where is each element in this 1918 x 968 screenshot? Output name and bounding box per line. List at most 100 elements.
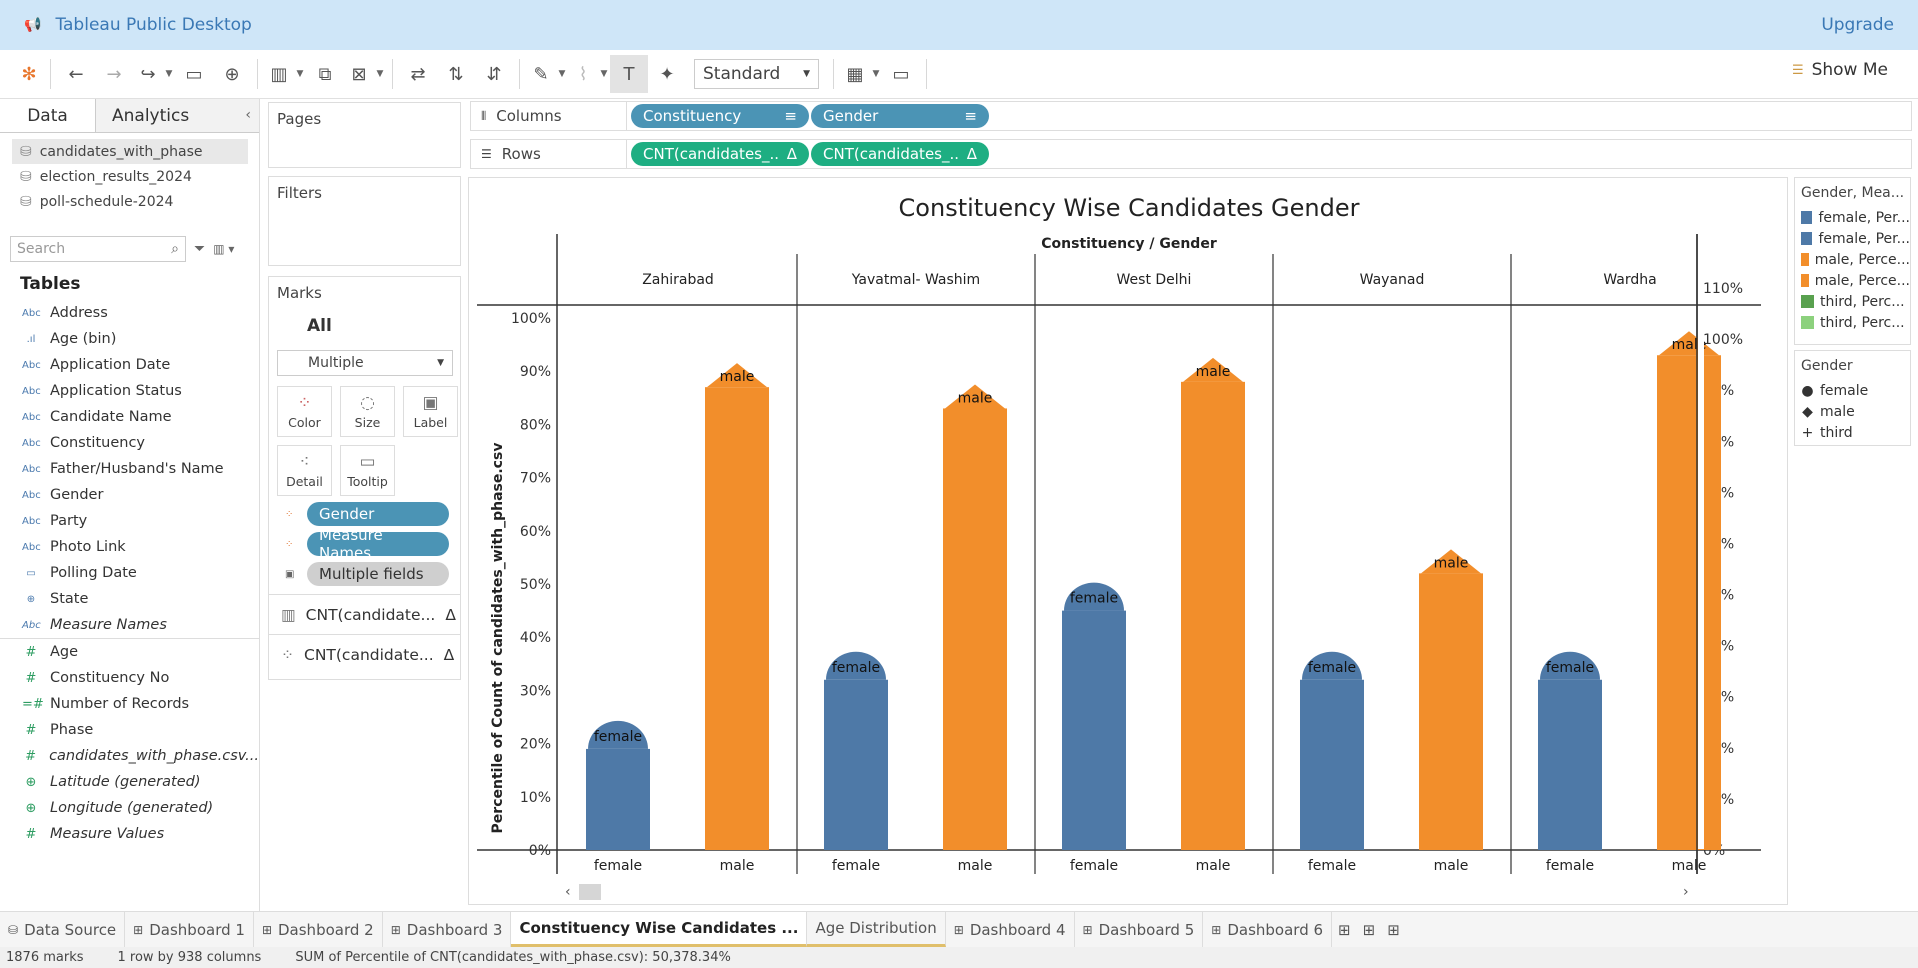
bar-male[interactable] — [1181, 381, 1245, 850]
bar-male[interactable] — [943, 408, 1007, 850]
field-item[interactable]: Abc Father/Husband's Name — [0, 456, 259, 482]
sort-ascending-icon[interactable]: ⇅ — [437, 55, 475, 93]
field-item[interactable]: Abc Constituency — [0, 430, 259, 456]
chart-svg[interactable]: Constituency Wise Candidates Gender Cons… — [469, 178, 1788, 904]
sheet-tab[interactable]: Age Distribution — [807, 912, 946, 947]
legend-item[interactable]: + third — [1795, 422, 1910, 443]
measure-names-pill[interactable]: Measure Names — [307, 526, 449, 562]
data-source-item[interactable]: ⛁ candidates_with_phase — [12, 139, 248, 164]
tab-data[interactable]: Data — [0, 99, 96, 132]
save-icon[interactable]: ▭ — [175, 55, 213, 93]
field-item[interactable]: Abc Measure Names — [0, 612, 259, 638]
new-story-icon[interactable]: ⊞ — [1381, 912, 1406, 947]
sheet-tab[interactable]: ⛁ Data Source — [0, 912, 126, 947]
legend-item[interactable]: female, Per... — [1795, 207, 1910, 228]
mark-type-select[interactable]: Multiple ▼ — [277, 350, 453, 376]
show-cards-icon[interactable]: ▦ — [840, 55, 870, 93]
legend-item[interactable]: male, Perce... — [1795, 249, 1910, 270]
data-source-item[interactable]: ⛁ poll-schedule-2024 — [12, 189, 248, 214]
field-item[interactable]: ▭ Polling Date — [0, 560, 259, 586]
field-item[interactable]: Abc Gender — [0, 482, 259, 508]
pin-icon[interactable]: ✦ — [648, 55, 686, 93]
label-card[interactable]: ▣ Label — [403, 386, 458, 437]
presentation-mode-icon[interactable]: ▭ — [882, 55, 920, 93]
replay-icon[interactable]: ↪ — [133, 55, 163, 93]
clear-sheet-icon[interactable]: ⊠ — [344, 55, 374, 93]
bar-female[interactable] — [1062, 610, 1126, 850]
filter-icon[interactable]: ⏷ — [194, 241, 205, 257]
undo-icon[interactable]: ← — [57, 55, 95, 93]
legend-item[interactable]: third, Perc... — [1795, 291, 1910, 312]
group-icon[interactable]: ⌇ — [568, 55, 598, 93]
data-source-item[interactable]: ⛁ election_results_2024 — [12, 164, 248, 189]
chevron-down-icon[interactable]: ▼ — [374, 69, 386, 79]
field-item[interactable]: Abc Party — [0, 508, 259, 534]
sheet-tab[interactable]: ⊞ Dashboard 2 — [254, 912, 383, 947]
bar-male[interactable] — [1419, 573, 1483, 850]
field-item[interactable]: Abc Address — [0, 300, 259, 326]
view-fit-select[interactable]: Standard ▼ — [694, 59, 819, 89]
legend-item[interactable]: male, Perce... — [1795, 270, 1910, 291]
swap-icon[interactable]: ⇄ — [399, 55, 437, 93]
chevron-down-icon[interactable]: ▼ — [294, 69, 306, 79]
filters-shelf[interactable]: Filters — [268, 176, 461, 266]
scrollbar-thumb[interactable] — [579, 884, 601, 900]
chevron-down-icon[interactable]: ▼ — [870, 69, 882, 79]
legend-item[interactable]: ◆ male — [1795, 401, 1910, 422]
highlight-icon[interactable]: ✎ — [526, 55, 556, 93]
bar-male[interactable] — [705, 387, 769, 850]
size-card[interactable]: ◌ Size — [340, 386, 395, 437]
viz-area[interactable]: Constituency Wise Candidates Gender Cons… — [468, 177, 1788, 905]
field-item[interactable]: .ıl Age (bin) — [0, 326, 259, 352]
sheet-tab[interactable]: ⊞ Dashboard 6 — [1203, 912, 1333, 947]
bar-female[interactable] — [824, 679, 888, 850]
field-item[interactable]: # Age — [0, 639, 259, 665]
pages-shelf[interactable]: Pages — [268, 102, 461, 168]
gender-column-pill[interactable]: Gender ≡ — [811, 104, 989, 128]
scroll-left-icon[interactable]: ‹ — [565, 884, 571, 900]
bar-female[interactable] — [586, 748, 650, 850]
chevron-down-icon[interactable]: ▼ — [556, 69, 568, 79]
detail-card[interactable]: ⁖ Detail — [277, 445, 332, 496]
new-worksheet-icon[interactable]: ▥ — [264, 55, 294, 93]
multiple-fields-pill[interactable]: Multiple fields — [307, 562, 449, 586]
bar-female[interactable] — [1300, 679, 1364, 850]
chevron-down-icon[interactable]: ▼ — [598, 69, 610, 79]
bar-female[interactable] — [1538, 679, 1602, 850]
color-card[interactable]: ⁘ Color — [277, 386, 332, 437]
tableau-logo-icon[interactable]: ✻ — [14, 55, 44, 93]
legend-item[interactable]: third, Perc... — [1795, 312, 1910, 333]
field-item[interactable]: =# Number of Records — [0, 691, 259, 717]
legend-item[interactable]: female, Per... — [1795, 228, 1910, 249]
field-item[interactable]: Abc Application Date — [0, 352, 259, 378]
new-datasource-icon[interactable]: ⊕ — [213, 55, 251, 93]
field-item[interactable]: # candidates_with_phase.csv... — [0, 743, 259, 769]
field-item[interactable]: ⊕ Latitude (generated) — [0, 769, 259, 795]
field-item[interactable]: Abc Candidate Name — [0, 404, 259, 430]
tooltip-card[interactable]: ▭ Tooltip — [340, 445, 395, 496]
field-item[interactable]: # Phase — [0, 717, 259, 743]
sheet-tab[interactable]: Constituency Wise Candidates ... — [511, 912, 808, 947]
new-worksheet-icon[interactable]: ⊞ — [1332, 912, 1357, 947]
columns-shelf[interactable]: ⦀ Columns Constituency ≡ Gender ≡ — [470, 101, 1912, 131]
view-options-icon[interactable]: ▥ ▾ — [213, 242, 234, 256]
collapse-pane-icon[interactable]: ‹ — [245, 107, 251, 123]
field-item[interactable]: Abc Photo Link — [0, 534, 259, 560]
field-item[interactable]: Abc Application Status — [0, 378, 259, 404]
chevron-down-icon[interactable]: ▼ — [163, 69, 175, 79]
marks-layer-row[interactable]: ⁘ CNT(candidate... Δ — [269, 634, 460, 674]
tab-analytics[interactable]: Analytics — [96, 99, 259, 132]
cnt-row-pill[interactable]: CNT(candidates_.. Δ — [631, 142, 809, 166]
search-input[interactable]: Search ⌕ — [10, 236, 186, 262]
sheet-tab[interactable]: ⊞ Dashboard 4 — [946, 912, 1075, 947]
show-labels-icon[interactable]: T — [610, 55, 648, 93]
marks-all-tab[interactable]: All — [307, 316, 460, 336]
duplicate-sheet-icon[interactable]: ⧉ — [306, 55, 344, 93]
sheet-tab[interactable]: ⊞ Dashboard 5 — [1075, 912, 1204, 947]
sheet-tab[interactable]: ⊞ Dashboard 1 — [125, 912, 254, 947]
bar-male[interactable] — [1657, 355, 1721, 850]
marks-layer-row[interactable]: ▥ CNT(candidate... Δ — [269, 594, 460, 634]
show-me-button[interactable]: ☰ Show Me — [1792, 60, 1888, 80]
constituency-pill[interactable]: Constituency ≡ — [631, 104, 809, 128]
upgrade-link[interactable]: Upgrade — [1821, 15, 1894, 35]
